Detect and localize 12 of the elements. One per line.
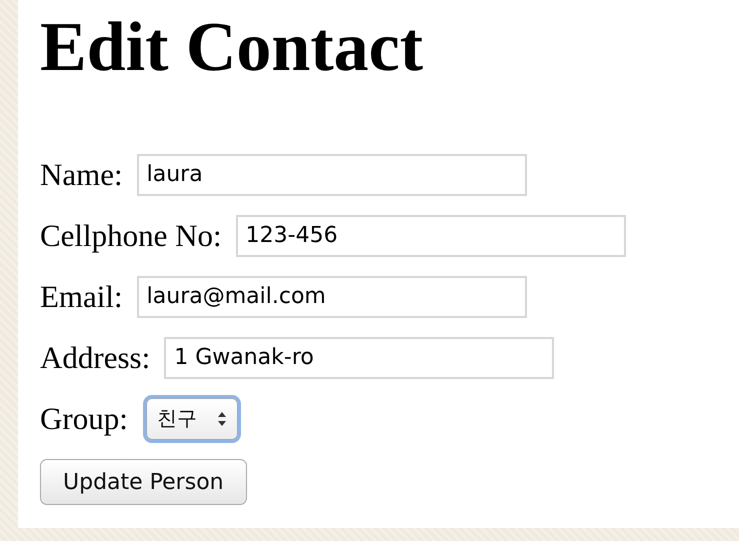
page-title: Edit Contact	[40, 8, 424, 88]
update-button[interactable]: Update Person	[40, 459, 247, 505]
text-field[interactable]: laura	[136, 154, 527, 196]
field-label: Name:	[40, 156, 123, 192]
field-label: Address:	[40, 340, 150, 376]
field-label: Email:	[40, 278, 123, 314]
stepper-icon	[216, 410, 227, 428]
text-field[interactable]: 1 Gwanak-ro	[164, 336, 554, 378]
field-label: Group:	[40, 400, 128, 436]
text-field[interactable]: laura@mail.com	[136, 276, 527, 318]
field-label: Cellphone No:	[40, 218, 222, 254]
text-field[interactable]: 123-456	[236, 214, 626, 256]
